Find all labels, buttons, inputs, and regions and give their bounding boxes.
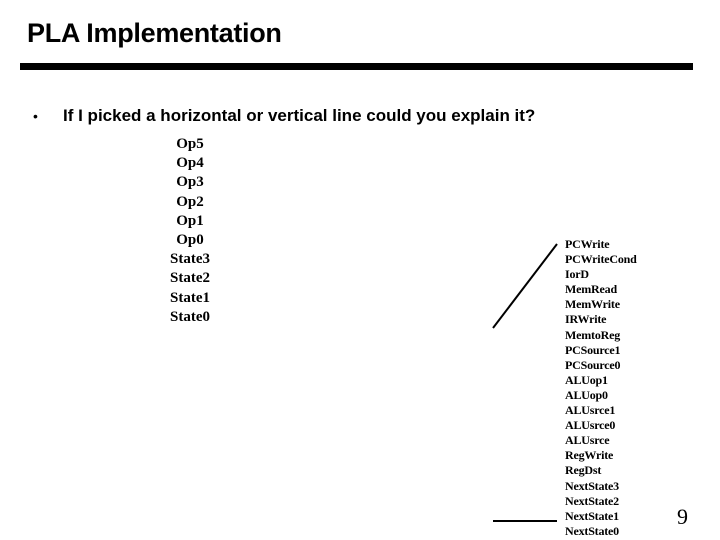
output-label: PCSource0 xyxy=(565,357,621,372)
output-label: MemWrite xyxy=(565,297,620,312)
output-label: ALUop1 xyxy=(565,372,608,387)
output-label: PCSource1 xyxy=(565,342,621,357)
input-label: Op4 xyxy=(176,155,204,172)
output-label: NextState3 xyxy=(565,478,619,493)
input-label: State0 xyxy=(170,308,210,325)
output-label: ALUsrce1 xyxy=(565,403,616,418)
output-label: PCWriteCond xyxy=(565,252,637,267)
output-label: NextState1 xyxy=(565,508,619,523)
bullet-text: If I picked a horizontal or vertical lin… xyxy=(63,106,536,125)
output-label: IorD xyxy=(565,267,589,282)
output-label: NextState2 xyxy=(565,493,619,508)
input-label: State3 xyxy=(170,251,210,268)
input-label: State1 xyxy=(170,289,210,306)
output-label: MemRead xyxy=(565,282,617,297)
input-label: Op1 xyxy=(176,212,204,229)
pla-input-labels: Op5 Op4 Op3 Op2 Op1 Op0 State3 State2 St… xyxy=(160,135,220,327)
input-label: Op2 xyxy=(176,193,204,210)
page-number: 9 xyxy=(677,504,688,529)
output-label: MemtoReg xyxy=(565,327,621,342)
slide-title: PLA Implementation xyxy=(27,18,282,48)
output-label: IRWrite xyxy=(565,312,607,327)
output-label: PCWrite xyxy=(565,237,610,251)
bullet-marker: • xyxy=(33,108,38,124)
output-label: ALUsrce xyxy=(565,433,610,448)
input-label: Op0 xyxy=(176,232,204,249)
output-label: RegDst xyxy=(565,463,602,478)
pla-output-labels: PCWrite PCWriteCond IorD MemRead MemWrit… xyxy=(565,237,637,539)
output-label: ALUsrce0 xyxy=(565,418,616,433)
output-label: ALUop0 xyxy=(565,387,608,402)
input-label: Op3 xyxy=(176,174,204,191)
input-label: State2 xyxy=(170,270,210,287)
title-divider xyxy=(20,63,693,70)
output-label: RegWrite xyxy=(565,448,614,463)
diagonal-line xyxy=(492,243,558,329)
input-label: Op5 xyxy=(176,136,204,152)
output-label: NextState0 xyxy=(565,523,619,538)
